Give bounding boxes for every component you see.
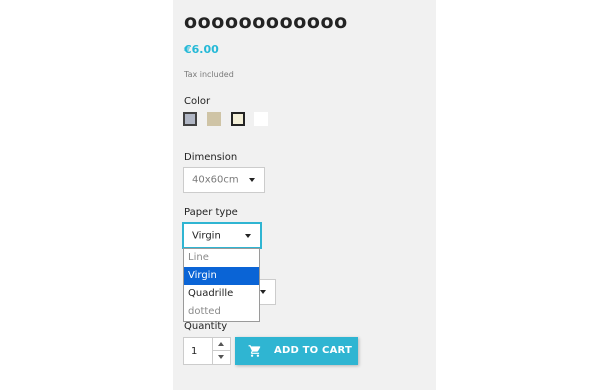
cart-icon [248, 345, 261, 357]
quantity-increment-button[interactable] [213, 338, 230, 351]
paper-type-label: Paper type [184, 207, 238, 218]
chevron-down-icon [249, 178, 255, 182]
paper-option-line: Line [188, 252, 209, 263]
chevron-down-icon [245, 233, 251, 238]
dimension-value: 40x60cm [192, 174, 239, 186]
dimension-select[interactable]: 40x60cm [183, 167, 265, 193]
color-swatch-off-white[interactable] [231, 112, 245, 126]
add-to-cart-label: ADD TO CART [274, 345, 352, 356]
paper-option-dotted: dotted [188, 306, 221, 317]
quantity-decrement-button[interactable] [213, 351, 230, 364]
paper-option-quadrille[interactable]: Quadrille [184, 285, 259, 303]
product-price: €6.00 [184, 43, 219, 56]
quantity-label: Quantity [184, 321, 228, 332]
paper-type-select[interactable]: Virgin [182, 222, 262, 249]
paper-type-value: Virgin [192, 230, 221, 241]
chevron-up-icon [218, 342, 224, 346]
color-label: Color [184, 96, 211, 107]
paper-option-virgin[interactable]: Virgin [184, 267, 259, 285]
quantity-stepper[interactable]: 1 [183, 337, 231, 365]
tax-note: Tax included [184, 70, 234, 79]
color-swatch-taupe[interactable] [207, 112, 221, 126]
quantity-value[interactable]: 1 [191, 346, 197, 357]
chevron-down-icon [218, 355, 224, 359]
paper-type-dropdown: Line Virgin Quadrille dotted [183, 248, 260, 322]
dimension-label: Dimension [184, 152, 238, 163]
quantity-spinner [212, 338, 230, 364]
add-to-cart-button[interactable]: ADD TO CART [235, 337, 358, 365]
chevron-down-icon [260, 290, 266, 294]
color-swatch-grey[interactable] [183, 112, 197, 126]
product-title: oooooooooooo [184, 11, 348, 33]
color-swatch-white[interactable] [254, 112, 268, 126]
